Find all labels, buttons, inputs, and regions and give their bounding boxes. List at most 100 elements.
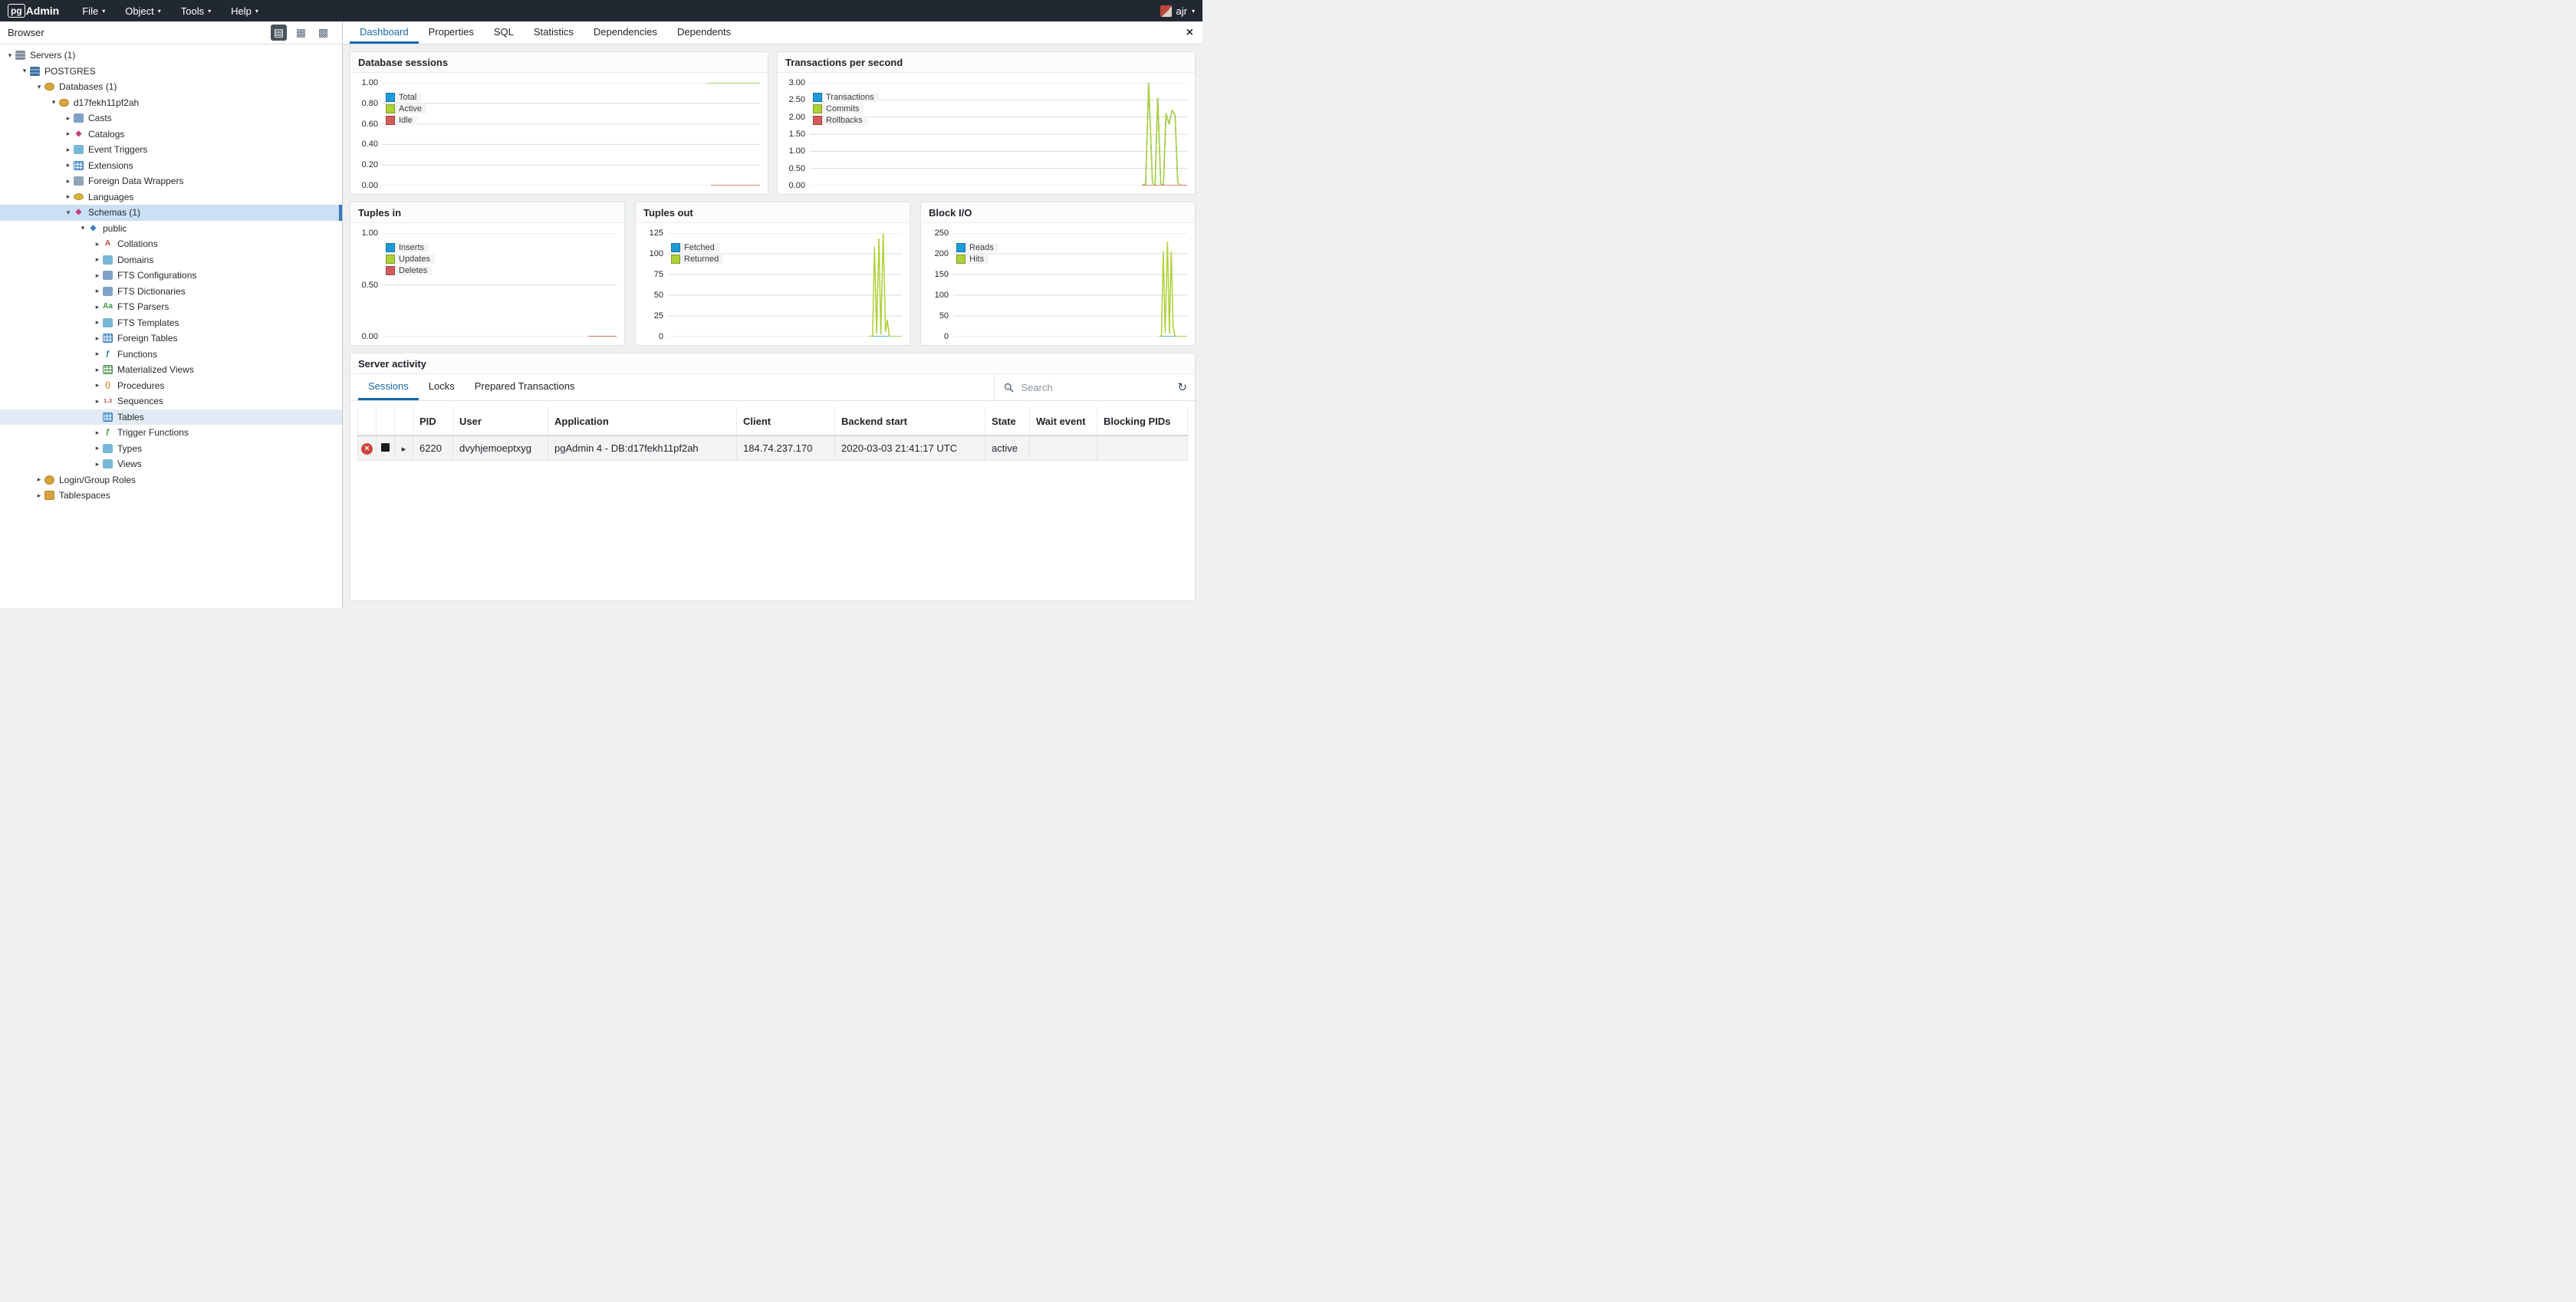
tree-item-domains[interactable]: Domains	[0, 252, 342, 268]
chevron-right-icon[interactable]	[63, 146, 74, 154]
chevron-right-icon[interactable]	[34, 492, 44, 500]
chevron-right-icon[interactable]	[34, 475, 44, 484]
tree-item-fts-configurations[interactable]: FTS Configurations	[0, 268, 342, 284]
column-header-wait-event: Wait event	[1030, 408, 1097, 436]
chevron-down-icon[interactable]	[48, 98, 59, 107]
chevron-down-icon[interactable]	[5, 51, 15, 60]
tree-item-casts[interactable]: Casts	[0, 110, 342, 127]
chevron-down-icon[interactable]	[34, 83, 44, 91]
chevron-right-icon[interactable]	[92, 366, 103, 374]
chevron-right-icon[interactable]	[92, 240, 103, 248]
tree-item-types[interactable]: Types	[0, 441, 342, 457]
y-tick-label: 100	[650, 249, 663, 258]
refresh-icon[interactable]	[1177, 380, 1187, 394]
chevron-right-icon[interactable]	[92, 397, 103, 406]
tree-item-event-triggers[interactable]: Event Triggers	[0, 142, 342, 158]
tree-item-procedures[interactable]: ()Procedures	[0, 378, 342, 394]
tree-item-label: FTS Dictionaries	[117, 286, 186, 297]
menu-file[interactable]: File	[82, 5, 105, 17]
database-sessions-panel: Database sessions 1.000.800.600.400.200.…	[350, 51, 768, 195]
menu-tools[interactable]: Tools	[181, 5, 211, 17]
chevron-right-icon[interactable]	[92, 334, 103, 343]
menu-object[interactable]: Object	[125, 5, 161, 17]
activity-tab-prepared-transactions[interactable]: Prepared Transactions	[465, 374, 585, 400]
tree-item-catalogs[interactable]: ◆Catalogs	[0, 127, 342, 143]
tree-item-fts-templates[interactable]: FTS Templates	[0, 315, 342, 331]
tree-item-servers-1[interactable]: Servers (1)	[0, 48, 342, 64]
tab-dependencies[interactable]: Dependencies	[584, 21, 667, 44]
tree-item-databases-1[interactable]: Databases (1)	[0, 79, 342, 95]
column-header-pid: PID	[413, 408, 453, 436]
tree-item-fts-parsers[interactable]: AaFTS Parsers	[0, 299, 342, 315]
tree-item-collations[interactable]: ACollations	[0, 236, 342, 252]
tree-item-views[interactable]: Views	[0, 456, 342, 472]
tree-item-extensions[interactable]: Extensions	[0, 158, 342, 174]
control-cell	[358, 436, 377, 461]
tree-item-tables[interactable]: Tables	[0, 409, 342, 426]
tree-item-sequences[interactable]: 1..3Sequences	[0, 393, 342, 409]
chevron-right-icon[interactable]	[92, 287, 103, 295]
chevron-right-icon[interactable]	[92, 303, 103, 311]
legend-hits: Hits	[956, 255, 989, 264]
chevron-right-icon[interactable]	[92, 350, 103, 358]
search-input[interactable]	[1021, 382, 1166, 393]
cancel-query-button[interactable]	[361, 443, 373, 455]
column-header-user: User	[453, 408, 548, 436]
tree-item-languages[interactable]: Languages	[0, 189, 342, 205]
close-icon[interactable]	[1186, 27, 1193, 39]
chevron-right-icon[interactable]	[92, 444, 103, 452]
chevron-right-icon[interactable]	[92, 255, 103, 264]
chart-plot: TransactionsCommitsRollbacks	[810, 83, 1187, 186]
languages-icon	[74, 193, 84, 200]
activity-tab-sessions[interactable]: Sessions	[358, 374, 419, 400]
servers-layout-icon[interactable]: ▤	[271, 25, 287, 41]
chevron-right-icon[interactable]	[92, 460, 103, 469]
chevron-right-icon[interactable]	[63, 130, 74, 138]
browser-panel: Browser ▤▦▩ Servers (1)POSTGRESDatabases…	[0, 21, 343, 608]
tab-dashboard[interactable]: Dashboard	[350, 21, 419, 44]
terminate-session-button[interactable]	[381, 443, 390, 452]
tab-dependents[interactable]: Dependents	[667, 21, 741, 44]
chevron-right-icon[interactable]	[63, 177, 74, 186]
chevron-right-icon[interactable]	[92, 271, 103, 280]
chevron-right-icon[interactable]	[63, 192, 74, 201]
tree-item-foreign-data-wrappers[interactable]: Foreign Data Wrappers	[0, 173, 342, 189]
fts-configurations-icon	[103, 271, 113, 280]
tab-properties[interactable]: Properties	[419, 21, 484, 44]
filtered-grid-icon[interactable]: ▩	[315, 25, 331, 41]
menu-help[interactable]: Help	[231, 5, 258, 17]
tree-item-label: Foreign Tables	[117, 333, 178, 344]
legend-inserts: Inserts	[386, 243, 429, 252]
tree-item-public[interactable]: ◆public	[0, 221, 342, 237]
expand-row-button[interactable]	[402, 444, 406, 454]
grid-layout-icon[interactable]: ▦	[293, 25, 309, 41]
chevron-down-icon[interactable]	[63, 209, 74, 217]
tree-item-foreign-tables[interactable]: Foreign Tables	[0, 330, 342, 347]
chevron-right-icon[interactable]	[63, 161, 74, 169]
activity-tab-locks[interactable]: Locks	[419, 374, 465, 400]
tree-item-schemas-1[interactable]: ◆Schemas (1)	[0, 205, 342, 221]
chevron-down-icon[interactable]	[19, 67, 30, 75]
tree-item-d17fekh11pf2ah[interactable]: d17fekh11pf2ah	[0, 95, 342, 111]
tab-sql[interactable]: SQL	[484, 21, 524, 44]
tree-item-trigger-functions[interactable]: ƒTrigger Functions	[0, 425, 342, 441]
tab-statistics[interactable]: Statistics	[524, 21, 584, 44]
tree-item-postgres[interactable]: POSTGRES	[0, 64, 342, 80]
tree-item-functions[interactable]: ƒFunctions	[0, 347, 342, 363]
tree-item-login-group-roles[interactable]: Login/Group Roles	[0, 472, 342, 488]
table-header-row: PIDUserApplicationClientBackend startSta…	[358, 408, 1188, 436]
user-menu[interactable]: ajr	[1160, 5, 1195, 17]
tree-item-tablespaces[interactable]: Tablespaces	[0, 488, 342, 504]
tree-item-materialized-views[interactable]: Materialized Views	[0, 362, 342, 378]
column-header-state: State	[985, 408, 1030, 436]
chevron-right-icon[interactable]	[92, 318, 103, 327]
legend-commits: Commits	[813, 104, 864, 113]
tree-item-fts-dictionaries[interactable]: FTS Dictionaries	[0, 284, 342, 300]
chevron-right-icon[interactable]	[92, 429, 103, 437]
server-activity-tabs: SessionsLocksPrepared Transactions	[358, 374, 585, 400]
chevron-down-icon[interactable]	[77, 224, 88, 232]
server-activity-panel: Server activity SessionsLocksPrepared Tr…	[350, 353, 1196, 601]
legend-swatch	[813, 116, 822, 125]
chevron-right-icon[interactable]	[92, 381, 103, 390]
chevron-right-icon[interactable]	[63, 114, 74, 123]
